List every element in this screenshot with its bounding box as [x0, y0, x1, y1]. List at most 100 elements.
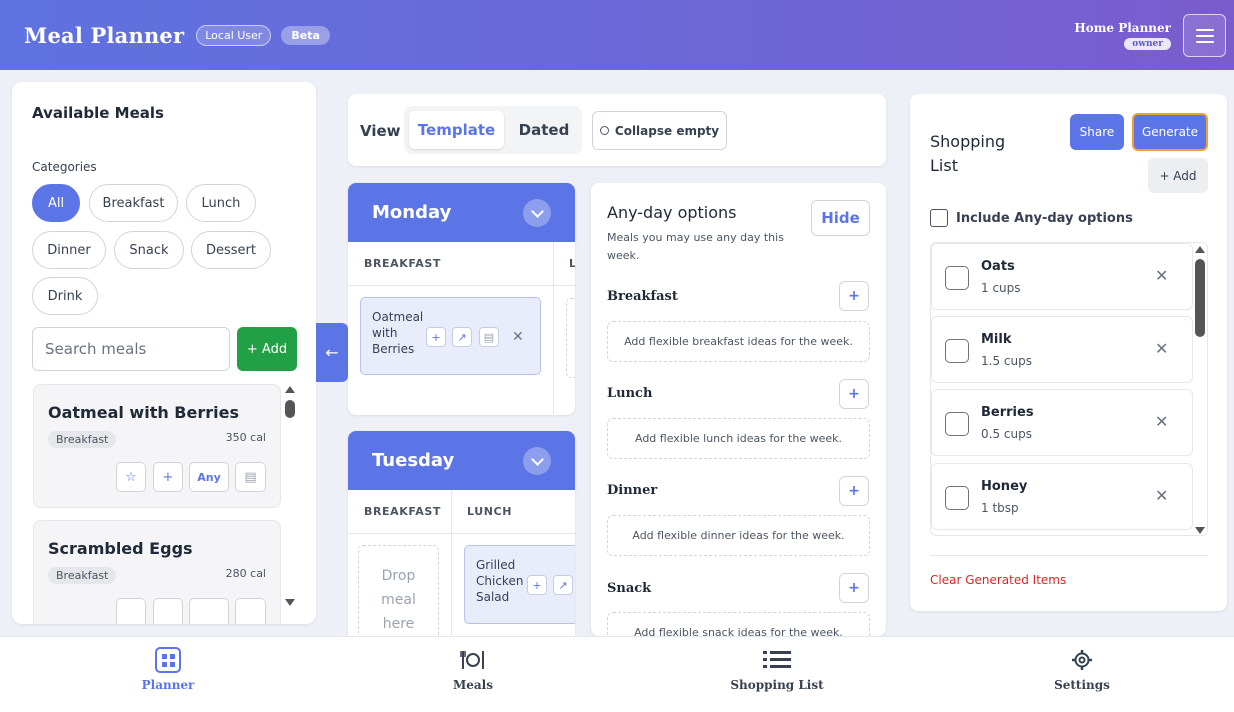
add-meal-button[interactable]: + Add — [237, 327, 297, 371]
nav-planner[interactable]: Planner — [68, 647, 268, 692]
user-name: Home Planner — [1074, 21, 1171, 35]
dinner-options-dropzone[interactable]: Add flexible dinner ideas for the week. — [607, 515, 870, 556]
add-to-plan-button[interactable] — [153, 598, 183, 624]
item-checkbox[interactable] — [945, 486, 969, 510]
collapse-panel-button[interactable]: ← — [316, 323, 348, 382]
day-card-monday: Monday BREAKFAST L Oatmeal with Berries … — [348, 183, 575, 415]
meal-calories: 280 cal — [225, 567, 266, 580]
nav-settings[interactable]: Settings — [982, 647, 1182, 692]
planned-meal[interactable]: Oatmeal with Berries + ↗ ▤ ✕ — [360, 297, 541, 375]
user-area: Home Planner owner — [1074, 14, 1226, 57]
gear-icon — [1072, 650, 1092, 670]
add-to-plan-button[interactable]: + — [153, 462, 183, 492]
remove-item-close-icon[interactable]: ✕ — [1155, 339, 1168, 358]
include-any-day-checkbox[interactable] — [930, 209, 948, 227]
app-title: Meal Planner — [24, 22, 185, 48]
view-label: View — [360, 122, 401, 140]
notes-button[interactable]: ▤ — [479, 327, 499, 347]
add-breakfast-option-button[interactable]: + — [839, 281, 869, 311]
meal-category-badge: Breakfast — [48, 567, 117, 584]
chevron-down-icon[interactable] — [523, 199, 551, 227]
day-header[interactable]: Monday — [348, 183, 575, 242]
item-quantity: 0.5 cups — [981, 427, 1032, 441]
item-quantity: 1.5 cups — [981, 354, 1032, 368]
item-name: Honey — [981, 479, 1028, 494]
breakfast-dropzone[interactable]: Drop meal here — [358, 545, 439, 636]
meal-slot-headers: BREAKFAST L — [348, 242, 575, 286]
view-dated-tab[interactable]: Dated — [509, 111, 579, 149]
day-name: Tuesday — [372, 450, 455, 471]
section-title-snack: Snack — [607, 581, 652, 596]
hamburger-menu-button[interactable] — [1183, 14, 1226, 57]
item-checkbox[interactable] — [945, 266, 969, 290]
remove-item-close-icon[interactable]: ✕ — [1155, 412, 1168, 431]
recipe-notes-button[interactable]: ▤ — [235, 462, 266, 492]
meal-calories: 350 cal — [225, 431, 266, 444]
favorite-star-button[interactable]: ☆ — [116, 462, 146, 492]
meal-slot-headers: BREAKFAST LUNCH — [348, 490, 575, 534]
day-header[interactable]: Tuesday — [348, 431, 575, 490]
breakfast-options-dropzone[interactable]: Add flexible breakfast ideas for the wee… — [607, 321, 870, 362]
add-lunch-option-button[interactable]: + — [839, 379, 869, 409]
column-header-lunch: LUNCH — [467, 505, 513, 518]
plus-icon: + — [431, 330, 441, 344]
category-chip-dessert[interactable]: Dessert — [191, 231, 271, 269]
shopping-item: Berries 0.5 cups ✕ — [931, 389, 1193, 456]
item-checkbox[interactable] — [945, 339, 969, 363]
remove-item-close-icon[interactable]: ✕ — [1155, 486, 1168, 505]
chevron-down-icon[interactable] — [523, 447, 551, 475]
shopping-item: Honey 1 tbsp ✕ — [931, 463, 1193, 530]
expand-arrow-icon: ↗ — [457, 330, 467, 344]
category-chip-snack[interactable]: Snack — [114, 231, 184, 269]
favorite-star-button[interactable] — [116, 598, 146, 624]
view-template-tab[interactable]: Template — [409, 111, 504, 149]
snack-options-dropzone[interactable]: Add flexible snack ideas for the week. — [607, 612, 870, 636]
recipe-notes-button[interactable] — [235, 598, 266, 624]
plus-icon: + — [848, 288, 860, 304]
lunch-dropzone[interactable] — [566, 298, 575, 378]
remove-item-close-icon[interactable]: ✕ — [1155, 266, 1168, 285]
column-header-breakfast: BREAKFAST — [364, 257, 441, 270]
any-day-button[interactable]: Any — [189, 462, 229, 492]
search-meals-input[interactable] — [32, 327, 230, 371]
meal-card[interactable]: Oatmeal with Berries Breakfast 350 cal ☆… — [33, 384, 281, 508]
include-any-day-row[interactable]: Include Any-day options — [930, 209, 1133, 227]
meals-scrollbar[interactable] — [284, 386, 296, 606]
category-chip-breakfast[interactable]: Breakfast — [89, 184, 178, 222]
clear-generated-items-link[interactable]: Clear Generated Items — [930, 573, 1066, 587]
remove-meal-close-icon[interactable]: ✕ — [512, 329, 524, 345]
nav-label: Meals — [452, 678, 493, 692]
add-serving-button[interactable]: + — [426, 327, 446, 347]
any-day-button[interactable] — [189, 598, 229, 624]
share-button[interactable]: Share — [1070, 114, 1124, 150]
add-serving-button[interactable]: + — [527, 575, 547, 595]
shopping-scrollbar[interactable] — [1194, 246, 1206, 534]
lunch-options-dropzone[interactable]: Add flexible lunch ideas for the week. — [607, 418, 870, 459]
plus-icon: + — [532, 578, 542, 592]
bottom-navigation: Planner Meals Shopping List Settings — [0, 636, 1234, 712]
add-item-button[interactable]: + Add — [1148, 158, 1208, 193]
hide-any-day-button[interactable]: Hide — [811, 200, 870, 236]
add-dinner-option-button[interactable]: + — [839, 476, 869, 506]
meal-name: Scrambled Eggs — [48, 539, 193, 558]
meal-card[interactable]: Scrambled Eggs Breakfast 280 cal — [33, 520, 281, 624]
category-chip-all[interactable]: All — [32, 184, 80, 222]
document-icon: ▤ — [244, 469, 257, 485]
item-checkbox[interactable] — [945, 412, 969, 436]
utensils-icon — [460, 651, 484, 669]
generate-button[interactable]: Generate — [1132, 113, 1208, 151]
planned-meal[interactable]: Grilled Chicken Salad + ↗ — [464, 545, 575, 624]
category-chip-drink[interactable]: Drink — [32, 277, 98, 315]
nav-shopping-list[interactable]: Shopping List — [677, 647, 877, 692]
include-any-day-label: Include Any-day options — [956, 210, 1133, 226]
move-meal-button[interactable]: ↗ — [452, 327, 472, 347]
day-card-tuesday: Tuesday BREAKFAST LUNCH Drop meal here G… — [348, 431, 575, 636]
move-meal-button[interactable]: ↗ — [553, 575, 573, 595]
add-snack-option-button[interactable]: + — [839, 573, 869, 603]
category-chip-dinner[interactable]: Dinner — [32, 231, 106, 269]
category-chip-lunch[interactable]: Lunch — [186, 184, 256, 222]
nav-meals[interactable]: Meals — [373, 647, 573, 692]
shopping-list-panel: Shopping List Share Generate + Add Inclu… — [910, 94, 1227, 611]
collapse-empty-toggle[interactable]: Collapse empty — [592, 111, 727, 150]
divider — [930, 555, 1208, 556]
